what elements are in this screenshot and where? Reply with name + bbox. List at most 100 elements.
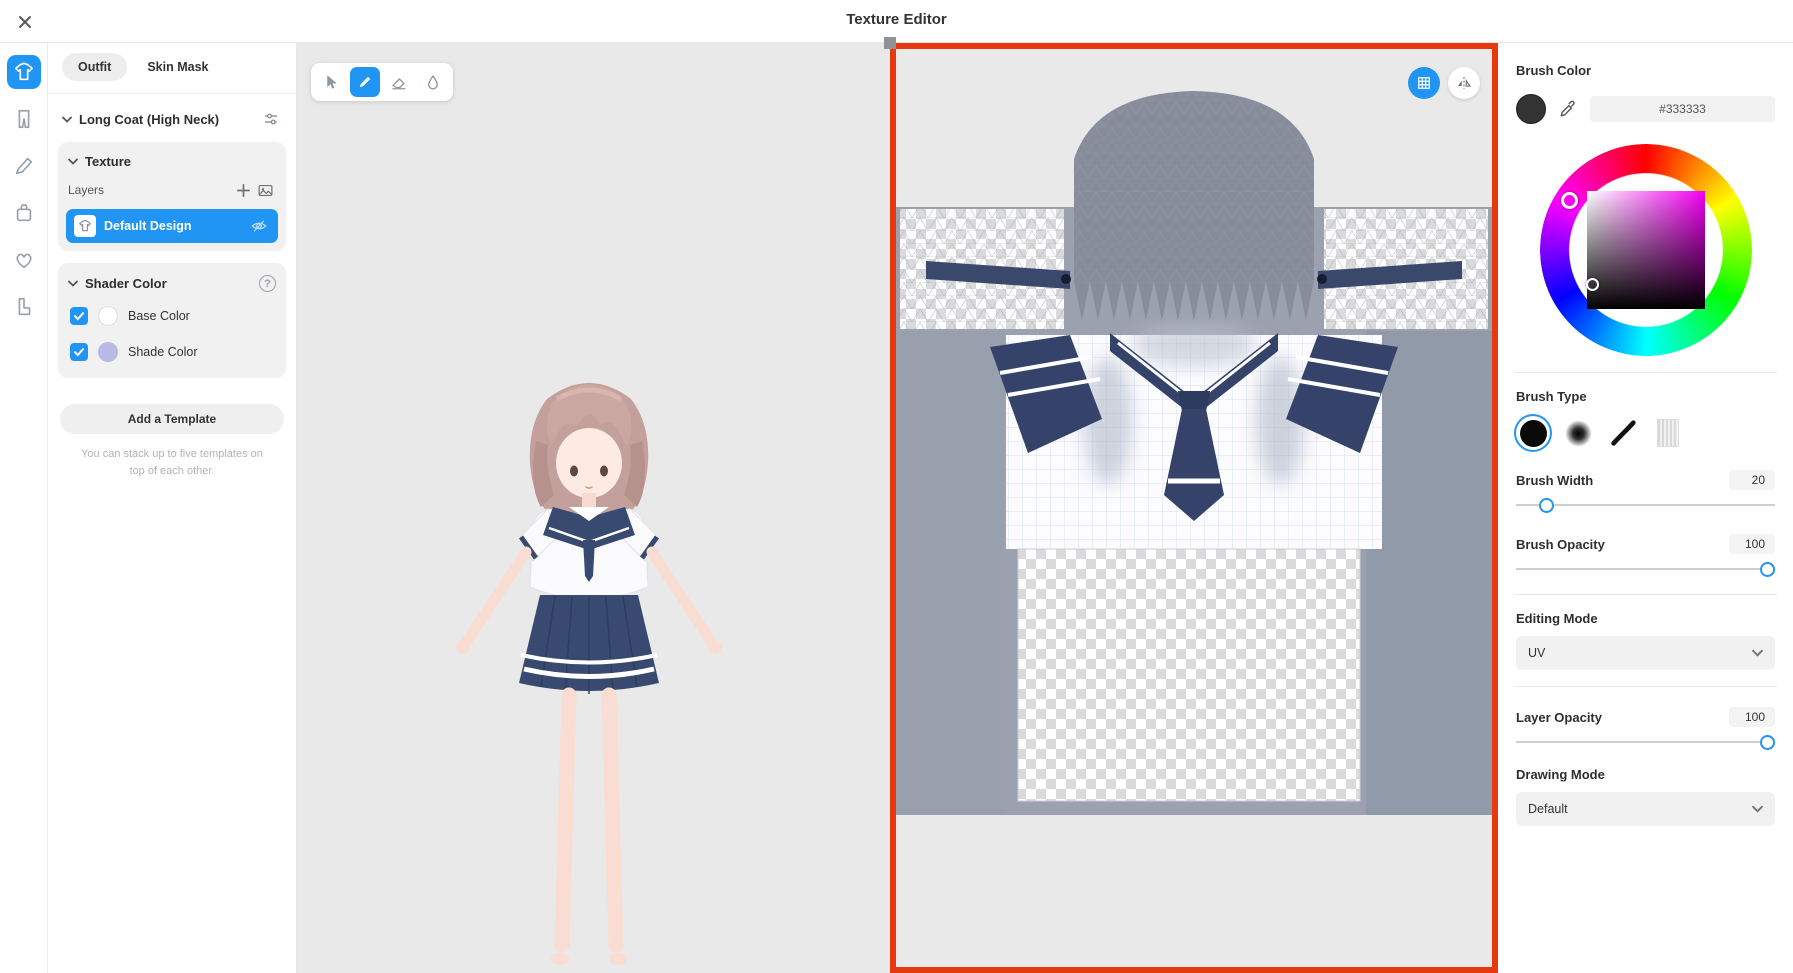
drawing-mode-select[interactable]: Default <box>1516 792 1775 826</box>
brush-color-swatch[interactable] <box>1516 94 1546 124</box>
panel-splitter-handle[interactable] <box>884 37 896 49</box>
brush-type-soft[interactable] <box>1561 416 1595 450</box>
mirror-icon <box>1455 74 1473 92</box>
rail-item-shoes[interactable] <box>7 290 41 324</box>
base-color-row: Base Color <box>66 298 278 334</box>
add-layer-button[interactable] <box>232 179 254 201</box>
texture-section-title: Texture <box>85 154 131 169</box>
model-viewport[interactable] <box>297 43 890 973</box>
brush-width-value[interactable]: 20 <box>1729 470 1775 490</box>
editing-mode-select[interactable]: UV <box>1516 636 1775 670</box>
shader-help-button[interactable]: ? <box>259 275 276 292</box>
mirror-toggle-button[interactable] <box>1448 67 1480 99</box>
pen-tool-button[interactable] <box>350 67 380 97</box>
base-color-label: Base Color <box>128 309 190 323</box>
eraser-tool-button[interactable] <box>384 67 414 97</box>
eyedropper-icon[interactable] <box>1558 99 1578 119</box>
brush-color-label: Brush Color <box>1516 63 1775 78</box>
template-helper-text: You can stack up to five templates on to… <box>48 446 296 479</box>
check-icon <box>73 346 85 358</box>
left-panel: Outfit Skin Mask Long Coat (High Neck) <box>48 43 297 973</box>
rail-item-accessories[interactable] <box>7 243 41 277</box>
select-tool-button[interactable] <box>316 67 346 97</box>
brush-width-slider[interactable] <box>1516 496 1775 514</box>
base-color-checkbox[interactable] <box>70 307 88 325</box>
chevron-down-icon <box>1752 805 1763 813</box>
brush-color-row: #333333 <box>1516 94 1775 124</box>
texture-canvas-panel[interactable] <box>890 43 1498 973</box>
brush-color-hex-field[interactable]: #333333 <box>1590 96 1775 122</box>
paint-toolbar <box>311 63 453 101</box>
outfit-item-row[interactable]: Long Coat (High Neck) <box>48 94 296 140</box>
shade-color-checkbox[interactable] <box>70 343 88 361</box>
layer-name: Default Design <box>104 219 192 233</box>
grid-toggle-button[interactable] <box>1408 67 1440 99</box>
shirt-icon <box>13 61 35 83</box>
brush-type-hard[interactable] <box>1516 416 1550 450</box>
saturation-value-square[interactable] <box>1587 191 1705 309</box>
shade-color-row: Shade Color <box>66 334 278 370</box>
base-color-swatch[interactable] <box>98 306 118 326</box>
rail-item-tops[interactable] <box>7 55 41 89</box>
chevron-down-icon <box>62 116 72 123</box>
brush-opacity-thumb[interactable] <box>1760 562 1775 577</box>
shade-color-swatch[interactable] <box>98 342 118 362</box>
layer-default-design[interactable]: Default Design <box>66 209 278 243</box>
pen-icon <box>13 155 35 177</box>
shader-section-header[interactable]: Shader Color ? <box>66 271 278 298</box>
chevron-down-icon <box>68 280 78 287</box>
brush-width-thumb[interactable] <box>1539 498 1554 513</box>
brush-type-label: Brush Type <box>1516 389 1775 404</box>
brush-type-row <box>1516 416 1775 450</box>
brush-type-stroke[interactable] <box>1606 416 1640 450</box>
eyedropper-tool-button[interactable] <box>418 67 448 97</box>
layer-opacity-slider[interactable] <box>1516 733 1775 751</box>
shirt-icon <box>78 219 92 233</box>
layer-visibility-button[interactable] <box>248 215 270 237</box>
item-settings-button[interactable] <box>260 108 282 130</box>
grid-icon <box>1415 74 1433 92</box>
brush-opacity-row: Brush Opacity 100 <box>1516 534 1775 554</box>
texture-editor-window: Texture Editor <box>0 0 1793 973</box>
pants-icon <box>13 108 35 130</box>
rail-item-bottoms[interactable] <box>7 102 41 136</box>
chevron-down-icon <box>68 158 78 165</box>
brush-opacity-label: Brush Opacity <box>1516 537 1605 552</box>
outfit-item-title: Long Coat (High Neck) <box>79 112 219 127</box>
layer-opacity-value[interactable]: 100 <box>1729 707 1775 727</box>
pen-icon <box>356 73 374 91</box>
uv-texture-canvas[interactable] <box>896 49 1492 967</box>
shader-color-section: Shader Color ? Base Color <box>58 263 286 378</box>
rail-item-socks[interactable] <box>7 196 41 230</box>
texture-section: Texture Layers <box>58 142 286 251</box>
hue-ring-cursor[interactable] <box>1561 192 1578 209</box>
sv-cursor[interactable] <box>1586 278 1599 291</box>
boot-icon <box>13 296 35 318</box>
layer-opacity-thumb[interactable] <box>1760 735 1775 750</box>
layer-opacity-row: Layer Opacity 100 <box>1516 707 1775 727</box>
shade-color-label: Shade Color <box>128 345 198 359</box>
add-template-button[interactable]: Add a Template <box>60 404 284 434</box>
eraser-icon <box>390 73 408 91</box>
check-icon <box>73 310 85 322</box>
bag-icon <box>13 202 35 224</box>
editing-mode-value: UV <box>1528 646 1545 660</box>
layer-opacity-label: Layer Opacity <box>1516 710 1602 725</box>
texture-section-header[interactable]: Texture <box>66 150 278 175</box>
heart-icon <box>13 249 35 271</box>
import-image-button[interactable] <box>254 179 276 201</box>
brush-opacity-slider[interactable] <box>1516 560 1775 578</box>
brush-settings-panel: Brush Color #333333 Brush Type <box>1498 43 1793 973</box>
brush-width-label: Brush Width <box>1516 473 1593 488</box>
stroke-brush-icon <box>1608 418 1638 448</box>
sliders-icon <box>262 110 280 128</box>
brush-opacity-value[interactable]: 100 <box>1729 534 1775 554</box>
titlebar: Texture Editor <box>0 0 1793 43</box>
brush-type-texture[interactable] <box>1651 416 1685 450</box>
droplet-icon <box>424 73 442 91</box>
tab-outfit[interactable]: Outfit <box>62 53 127 81</box>
rail-item-paint[interactable] <box>7 149 41 183</box>
tab-skin-mask[interactable]: Skin Mask <box>147 60 208 74</box>
layer-thumbnail <box>74 215 96 237</box>
plus-icon <box>236 183 251 198</box>
